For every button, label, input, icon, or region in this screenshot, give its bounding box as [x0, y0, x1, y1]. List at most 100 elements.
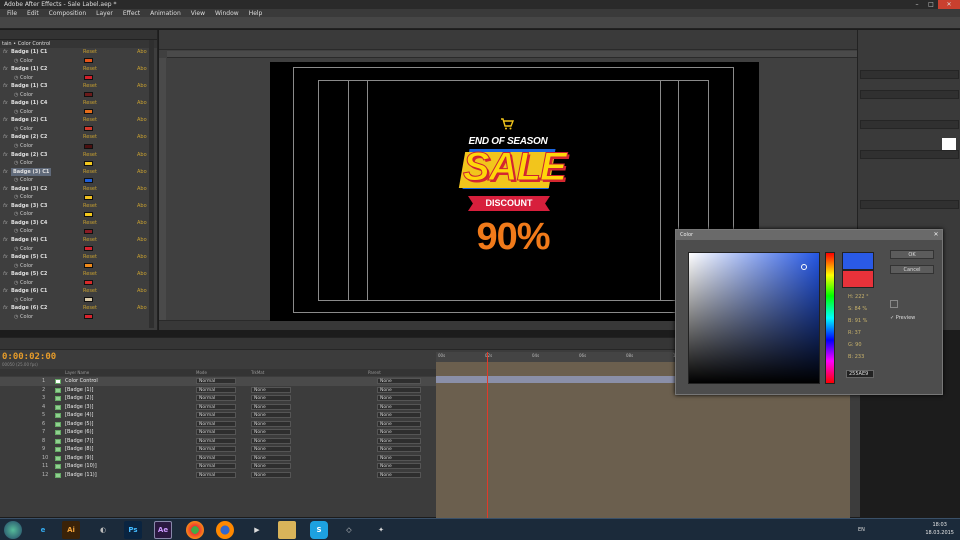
stopwatch-icon[interactable]: ◷ [14, 74, 18, 83]
effect-row[interactable]: fx Badge (3) C4 Reset Abo [0, 219, 157, 228]
track-matte-dropdown[interactable]: None [251, 429, 291, 435]
stopwatch-icon[interactable]: ◷ [14, 313, 18, 322]
effect-row[interactable]: fx Badge (3) C2 Reset Abo [0, 185, 157, 194]
stopwatch-icon[interactable]: ◷ [14, 108, 18, 117]
stopwatch-icon[interactable]: ◷ [14, 210, 18, 219]
maximize-button[interactable]: □ [924, 0, 938, 9]
after-effects-icon[interactable]: Ae [154, 521, 172, 539]
color-value-field[interactable]: B: 233 [848, 354, 864, 360]
stopwatch-icon[interactable]: ◷ [14, 159, 18, 168]
media-player-icon[interactable]: ◐ [94, 521, 112, 539]
internet-explorer-icon[interactable]: e [34, 521, 52, 539]
layer-name[interactable]: Color Control [65, 377, 98, 386]
color-value-field[interactable]: B: 91 % [848, 318, 867, 324]
preview-panel-tab[interactable] [860, 90, 959, 99]
parent-dropdown[interactable]: None [377, 446, 421, 452]
parent-dropdown[interactable]: None [377, 437, 421, 444]
track-matte-dropdown[interactable]: None [251, 463, 291, 469]
layer-label-color[interactable] [55, 404, 61, 410]
layer-label-color[interactable] [55, 379, 61, 384]
timeline-layer-row[interactable]: 10 [Badge (9)] Normal None None [0, 454, 436, 463]
layer-label-color[interactable] [55, 421, 61, 427]
fx-icon[interactable]: fx [3, 185, 8, 194]
timeline-layer-row[interactable]: 3 [Badge (2)] Normal None None [0, 394, 436, 403]
track-matte-dropdown[interactable]: None [251, 471, 291, 478]
about-link[interactable]: Abo [137, 253, 147, 262]
color-swatch[interactable] [84, 263, 93, 269]
composition-tabs[interactable] [159, 30, 857, 50]
layer-name[interactable]: [Badge (8)] [65, 445, 94, 454]
layer-name[interactable]: [Badge (6)] [65, 428, 94, 437]
layer-name[interactable]: [Badge (1)] [65, 386, 94, 395]
stopwatch-icon[interactable]: ◷ [14, 193, 18, 202]
track-matte-dropdown[interactable]: None [251, 386, 291, 393]
explorer-icon[interactable] [278, 521, 296, 539]
about-link[interactable]: Abo [137, 219, 147, 228]
align-panel-tab[interactable] [860, 200, 959, 209]
illustrator-icon[interactable]: Ai [62, 521, 80, 539]
about-link[interactable]: Abo [137, 168, 147, 177]
parent-dropdown[interactable]: None [377, 403, 421, 410]
about-link[interactable]: Abo [137, 236, 147, 245]
layer-label-color[interactable] [55, 396, 61, 401]
minimize-button[interactable]: – [910, 0, 924, 9]
parent-dropdown[interactable]: None [377, 429, 421, 435]
menu-item[interactable]: Window [210, 10, 244, 17]
paragraph-panel-tab[interactable] [860, 150, 959, 159]
stopwatch-icon[interactable]: ◷ [14, 176, 18, 185]
reset-link[interactable]: Reset [83, 185, 97, 194]
track-matte-dropdown[interactable]: None [251, 437, 291, 444]
reset-link[interactable]: Reset [83, 287, 97, 296]
layer-label-color[interactable] [55, 430, 61, 435]
menu-item[interactable]: Effect [118, 10, 145, 17]
color-swatch[interactable] [84, 177, 93, 183]
effect-row[interactable]: fx Badge (6) C2 Reset Abo [0, 304, 157, 313]
menu-item[interactable]: File [2, 10, 22, 17]
parent-dropdown[interactable]: None [377, 378, 421, 384]
about-link[interactable]: Abo [137, 82, 147, 91]
blend-mode-dropdown[interactable]: Normal [196, 446, 236, 452]
parent-dropdown[interactable]: None [377, 420, 421, 427]
color-field-value[interactable]: 37 [855, 330, 861, 336]
fx-icon[interactable]: fx [3, 219, 8, 228]
layer-label-color[interactable] [55, 464, 61, 469]
timeline-layer-row[interactable]: 9 [Badge (8)] Normal None None [0, 445, 436, 454]
parent-dropdown[interactable]: None [377, 471, 421, 478]
layer-label-color[interactable] [55, 438, 61, 444]
menu-item[interactable]: Animation [145, 10, 186, 17]
effect-row[interactable]: fx Badge (3) C3 Reset Abo [0, 202, 157, 211]
color-swatch[interactable] [84, 297, 93, 303]
color-swatch[interactable] [84, 211, 93, 217]
timeline-layer-row[interactable]: 6 [Badge (5)] Normal None None [0, 420, 436, 429]
fx-icon[interactable]: fx [3, 65, 8, 74]
effect-row[interactable]: fx Badge (2) C2 Reset Abo [0, 133, 157, 142]
reset-link[interactable]: Reset [83, 99, 97, 108]
layer-name[interactable]: [Badge (10)] [65, 462, 97, 471]
fx-icon[interactable]: fx [3, 48, 8, 57]
about-link[interactable]: Abo [137, 65, 147, 74]
timeline-layer-row[interactable]: 7 [Badge (6)] Normal None None [0, 428, 436, 437]
about-link[interactable]: Abo [137, 304, 147, 313]
about-link[interactable]: Abo [137, 116, 147, 125]
effect-row[interactable]: fx Badge (5) C1 Reset Abo [0, 253, 157, 262]
close-button[interactable]: ✕ [938, 0, 960, 9]
blend-mode-dropdown[interactable]: Normal [196, 437, 236, 444]
blend-mode-dropdown[interactable]: Normal [196, 403, 236, 410]
track-matte-dropdown[interactable]: None [251, 395, 291, 401]
ok-button[interactable]: OK [890, 250, 934, 259]
layer-name[interactable]: [Badge (3)] [65, 403, 94, 412]
layer-name[interactable]: [Badge (5)] [65, 420, 94, 429]
timeline-layer-row[interactable]: 11 [Badge (10)] Normal None None [0, 462, 436, 471]
timeline-layer-row[interactable]: 8 [Badge (7)] Normal None None [0, 437, 436, 446]
reset-link[interactable]: Reset [83, 116, 97, 125]
track-matte-dropdown[interactable]: None [251, 412, 291, 418]
track-matte-dropdown[interactable]: None [251, 403, 291, 410]
color-swatch[interactable] [84, 280, 93, 286]
color-field-value[interactable]: 90 [855, 342, 861, 348]
layer-name[interactable]: [Badge (11)] [65, 471, 97, 480]
blend-mode-dropdown[interactable]: Normal [196, 395, 236, 401]
stopwatch-icon[interactable]: ◷ [14, 227, 18, 236]
start-button[interactable] [4, 521, 22, 539]
menu-item[interactable]: Layer [91, 10, 118, 17]
fx-icon[interactable]: fx [3, 304, 8, 313]
